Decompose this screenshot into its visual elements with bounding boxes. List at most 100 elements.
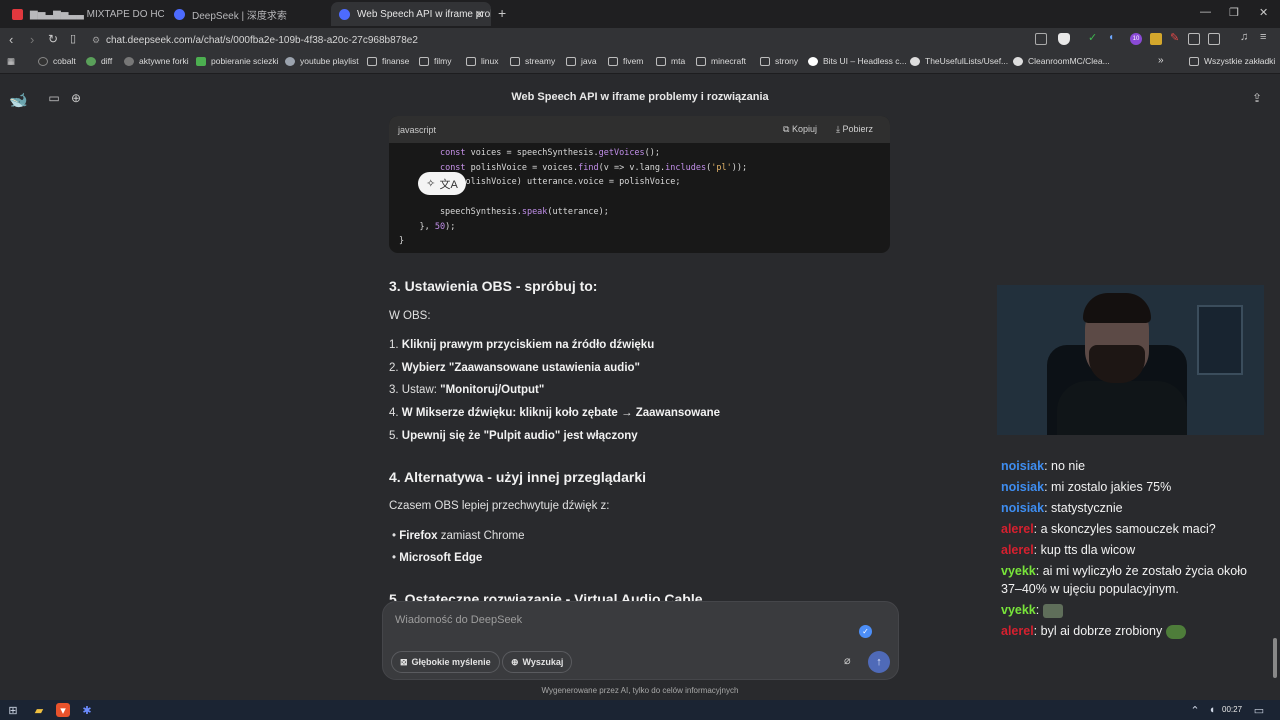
tray-chevron-icon[interactable]: ⌃: [1188, 703, 1202, 717]
youtube-icon: [12, 8, 23, 20]
bookmark-usefullists[interactable]: TheUsefulLists/Usef...: [910, 56, 1008, 66]
download-code-button[interactable]: ⤓ Pobierz: [836, 124, 873, 135]
minimize-button[interactable]: —: [1200, 6, 1211, 18]
more-bookmarks-button[interactable]: »: [1158, 55, 1164, 66]
share-icon[interactable]: ⇪: [1252, 91, 1262, 105]
pen-extension-icon[interactable]: ✎: [1170, 31, 1182, 44]
apps-grid-icon[interactable]: ▦: [7, 56, 15, 67]
folder-icon: [367, 56, 377, 66]
bookmark-cobalt[interactable]: cobalt: [38, 56, 76, 66]
yellow-extension-icon[interactable]: [1150, 33, 1162, 45]
magic-wand-icon[interactable]: ✧: [426, 177, 435, 190]
notifications-icon[interactable]: ▭: [1252, 703, 1266, 717]
bookmark-diff[interactable]: diff: [86, 56, 112, 66]
copy-label: Kopiuj: [791, 124, 817, 134]
send-button[interactable]: ↑: [868, 651, 890, 673]
folder-icon: [419, 56, 429, 66]
close-window-button[interactable]: ✕: [1259, 6, 1268, 19]
check-extension-icon[interactable]: ✓: [1088, 31, 1100, 44]
menu-icon[interactable]: ≡: [1260, 31, 1272, 43]
folder-icon: [566, 56, 576, 66]
bookmark-label: mta: [671, 56, 686, 66]
message-composer[interactable]: Wiadomość do DeepSeek ✓ ⊠ Głębokie myślen…: [382, 601, 899, 680]
list-item: 5. Upewnij się że "Pulpit audio" jest wł…: [389, 430, 638, 442]
folder-icon: [608, 56, 618, 66]
bookmark-folder-minecraft[interactable]: minecraft: [696, 56, 746, 66]
new-tab-button[interactable]: +: [498, 5, 506, 21]
extension-badge-count: 10: [1132, 36, 1140, 42]
tab-label: ▆▅▃▆▅▃▃ MIXTAPE DO HC: [30, 8, 164, 20]
extensions-puzzle-icon[interactable]: [1188, 33, 1200, 45]
code-content: const voices = speechSynthesis.getVoices…: [399, 148, 748, 247]
bookmark-folder-java[interactable]: java: [566, 56, 597, 66]
address-field[interactable]: ⚙ chat.deepseek.com/a/chat/s/000fba2e-10…: [92, 30, 1082, 50]
bookmark-label: pobieranie sciezki: [211, 56, 279, 66]
tab-mixtape[interactable]: ▆▅▃▆▅▃▃ MIXTAPE DO HC: [4, 2, 164, 26]
bookmark-folder-filmy[interactable]: filmy: [419, 56, 451, 66]
wave-extension-icon[interactable]: ◖: [1108, 32, 1120, 44]
bookmark-folder-linux[interactable]: linux: [466, 56, 498, 66]
bookmark-folder-streamy[interactable]: streamy: [510, 56, 555, 66]
bookmark-folder-strony[interactable]: strony: [760, 56, 798, 66]
bookmark-label: Wszystkie zakładki: [1204, 56, 1276, 66]
close-tab-icon[interactable]: ✕: [475, 8, 484, 21]
deep-think-button[interactable]: ⊠ Głębokie myślenie: [391, 651, 500, 673]
media-control-icon[interactable]: ♫: [1240, 31, 1252, 43]
download-site-icon: [196, 56, 206, 66]
attach-icon[interactable]: ⌀: [844, 654, 851, 667]
folder-icon: [466, 56, 476, 66]
volume-icon[interactable]: ◖: [1205, 703, 1219, 717]
code-header: javascript ⧉ Kopiuj ⤓ Pobierz: [389, 116, 890, 143]
translate-icon[interactable]: 文A: [440, 176, 458, 192]
list-item: 2. Wybierz "Zaawansowane ustawienia audi…: [389, 362, 640, 374]
search-button[interactable]: ⊕ Wyszukaj: [502, 651, 573, 673]
sidebar-toggle-icon[interactable]: [1208, 33, 1220, 45]
clock[interactable]: 00:27: [1222, 705, 1242, 714]
tab-active-chat[interactable]: Web Speech API w iframe proble ✕: [331, 2, 491, 26]
page-scrollbar[interactable]: [1273, 638, 1277, 678]
brave-shield-icon[interactable]: [1058, 33, 1070, 45]
bookmark-folder-mta[interactable]: mta: [656, 56, 685, 66]
taskbar-app-icon[interactable]: ✱: [80, 703, 94, 717]
github-icon: [1013, 56, 1023, 66]
bookmark-label: CleanroomMC/Clea...: [1028, 56, 1110, 66]
bookmark-icon[interactable]: ▯: [70, 32, 76, 45]
copy-code-button[interactable]: ⧉ Kopiuj: [783, 124, 817, 135]
list-item: 4. W Mikserze dźwięku: kliknij koło zęba…: [389, 407, 721, 419]
bookmark-pobieranie[interactable]: pobieranie sciezki: [196, 56, 279, 66]
download-label: Pobierz: [842, 124, 873, 134]
bookmark-folder-finanse[interactable]: finanse: [367, 56, 409, 66]
bookmark-aktywne-forki[interactable]: aktywne forki: [124, 56, 189, 66]
restore-button[interactable]: ❐: [1229, 6, 1239, 19]
bookmark-label: filmy: [434, 56, 452, 66]
bookmark-label: diff: [101, 56, 113, 66]
brave-browser-icon[interactable]: ▾: [56, 703, 70, 717]
bits-ui-icon: [808, 56, 818, 66]
list-item: • Microsoft Edge: [392, 552, 483, 564]
tab-label: DeepSeek | 深度求索: [192, 10, 287, 22]
more-bookmarks-label: »: [1158, 55, 1164, 66]
forward-button[interactable]: ›: [30, 32, 34, 47]
message-input[interactable]: Wiadomość do DeepSeek: [395, 614, 522, 626]
bookmark-cleanroommc[interactable]: CleanroomMC/Clea...: [1013, 56, 1110, 66]
emote-icon: [1042, 603, 1063, 618]
all-bookmarks-folder[interactable]: Wszystkie zakładki: [1189, 56, 1275, 66]
reload-button[interactable]: ↻: [48, 32, 58, 46]
windows-start-icon[interactable]: ⊞: [6, 703, 20, 717]
bookmark-folder-fivem[interactable]: fivem: [608, 56, 643, 66]
site-settings-icon[interactable]: ⚙: [92, 35, 106, 46]
tab-deepseek[interactable]: DeepSeek | 深度求索: [166, 2, 326, 26]
file-explorer-icon[interactable]: ▰: [32, 703, 46, 717]
list-item: 3. Ustaw: "Monitoruj/Output": [389, 384, 545, 396]
cobalt-icon: [38, 56, 48, 66]
url-text: chat.deepseek.com/a/chat/s/000fba2e-109b…: [106, 34, 418, 46]
bookmark-bits-ui[interactable]: Bits UI – Headless c...: [808, 56, 907, 66]
bookmark-label: aktywne forki: [139, 56, 189, 66]
back-button[interactable]: ‹: [9, 32, 13, 47]
chat-message: alerel: a skonczyles samouczek maci?: [1001, 522, 1216, 536]
github-icon: [910, 56, 920, 66]
extension-badge-icon[interactable]: 10: [1130, 33, 1142, 45]
share-page-icon[interactable]: [1035, 33, 1047, 45]
bookmark-youtube-playlist[interactable]: youtube playlist: [285, 56, 359, 66]
translate-popup[interactable]: ✧ 文A: [418, 172, 466, 195]
